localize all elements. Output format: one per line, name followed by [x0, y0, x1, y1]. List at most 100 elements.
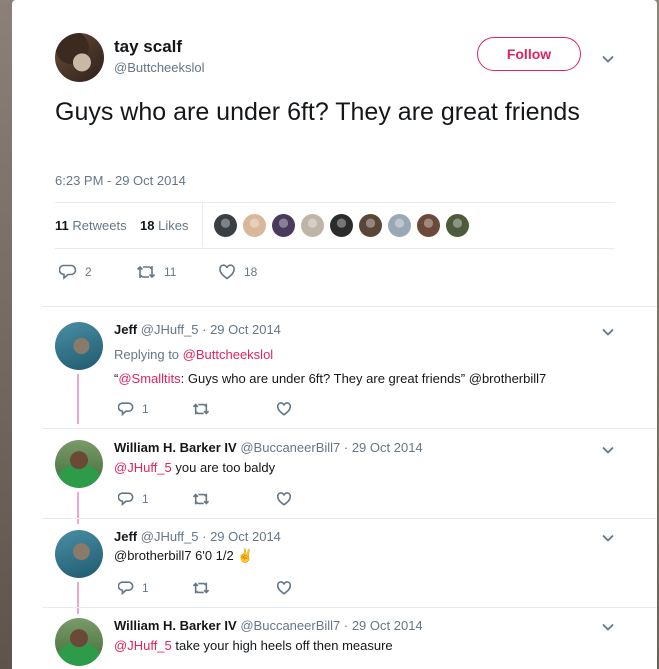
retweet-icon: [136, 265, 156, 279]
retweets-stat[interactable]: 11 Retweets: [55, 218, 127, 233]
thread-line: [77, 492, 79, 524]
liker-avatar[interactable]: [243, 214, 266, 237]
mention-link[interactable]: @JHuff_5: [114, 460, 172, 475]
display-name[interactable]: tay scalf: [114, 37, 182, 57]
chevron-down-icon[interactable]: [601, 443, 615, 457]
retweet-action[interactable]: [192, 401, 210, 417]
divider: [55, 248, 615, 249]
reply-action[interactable]: 2: [59, 263, 92, 281]
victory-hand-emoji: ✌: [237, 548, 254, 563]
follow-button[interactable]: Follow: [477, 37, 581, 71]
liker-avatar[interactable]: [214, 214, 237, 237]
reply-date: · 29 Oct 2014: [202, 322, 281, 337]
like-action[interactable]: [276, 491, 292, 507]
reply-text-rest: : Guys who are under 6ft? They are great…: [180, 371, 547, 386]
like-icon: [219, 264, 235, 280]
stats-divider: [202, 203, 203, 247]
liker-avatar[interactable]: [272, 214, 295, 237]
likes-stat[interactable]: 18 Likes: [140, 218, 188, 233]
like-icon: [276, 492, 292, 506]
tweet-card: tay scalf @Buttcheekslol Follow Guys who…: [12, 0, 657, 669]
retweet-icon: [192, 493, 210, 505]
like-count: 18: [244, 265, 258, 279]
reply-date: · 29 Oct 2014: [343, 618, 423, 633]
divider: [42, 607, 657, 608]
reply-icon: [59, 264, 77, 280]
chevron-down-icon[interactable]: [601, 531, 615, 545]
replying-to-prefix: Replying to: [114, 347, 180, 362]
reply-count: 1: [142, 492, 149, 506]
liker-avatar[interactable]: [417, 214, 440, 237]
thread-line: [77, 582, 79, 614]
thread-line: [77, 374, 79, 424]
reply-author[interactable]: William H. Barker IV @BuccaneerBill7 · 2…: [114, 440, 423, 455]
like-icon: [276, 402, 292, 416]
avatar[interactable]: [55, 322, 103, 370]
reply-text: @JHuff_5 you are too baldy: [114, 460, 275, 475]
reply-date: · 29 Oct 2014: [202, 529, 281, 544]
avatar[interactable]: [55, 440, 103, 488]
reply-action[interactable]: 1: [118, 580, 149, 596]
reply-author-handle: @BuccaneerBill7: [240, 440, 341, 455]
retweet-action[interactable]: [192, 580, 210, 596]
liker-avatar[interactable]: [446, 214, 469, 237]
reply-author-handle: @BuccaneerBill7: [240, 618, 341, 633]
reply-action[interactable]: 1: [118, 491, 149, 507]
liker-avatar[interactable]: [388, 214, 411, 237]
chevron-down-icon[interactable]: [601, 325, 615, 339]
reply-author-name: Jeff: [114, 322, 138, 337]
replying-to-link[interactable]: @Buttcheekslol: [183, 347, 274, 362]
reply-author-name: William H. Barker IV: [114, 618, 237, 633]
avatar[interactable]: [55, 33, 104, 82]
reply-icon: [118, 581, 134, 596]
likes-label: Likes: [158, 218, 189, 233]
like-action[interactable]: [276, 580, 292, 596]
reply-icon: [118, 402, 134, 417]
reply-icon: [118, 492, 134, 507]
liker-avatar[interactable]: [330, 214, 353, 237]
reply-text-rest: you are too baldy: [171, 460, 276, 475]
reply-action[interactable]: 1: [118, 401, 149, 417]
reply-text: @JHuff_5 take your high heels off then m…: [114, 638, 393, 653]
user-handle[interactable]: @Buttcheekslol: [114, 60, 205, 75]
reply-count: 1: [142, 581, 149, 595]
reply-text-body: @brotherbill7 6'0 1/2: [114, 548, 238, 563]
likes-count: 18: [140, 218, 155, 233]
reply-author[interactable]: Jeff @JHuff_5 · 29 Oct 2014: [114, 322, 281, 337]
retweet-icon: [192, 582, 210, 594]
reply-count: 1: [142, 402, 149, 416]
chevron-down-icon[interactable]: [601, 52, 615, 66]
reply-author-handle: @JHuff_5: [140, 322, 199, 337]
replying-to: Replying to @Buttcheekslol: [114, 347, 273, 362]
chevron-down-icon[interactable]: [601, 620, 615, 634]
reply-text: “@Smalltits: Guys who are under 6ft? The…: [114, 371, 546, 386]
like-icon: [276, 581, 292, 595]
mention-link[interactable]: @Smalltits: [118, 371, 180, 386]
liker-avatar[interactable]: [359, 214, 382, 237]
like-action[interactable]: 18: [218, 263, 257, 281]
retweet-action[interactable]: [192, 491, 210, 507]
liker-avatar[interactable]: [301, 214, 324, 237]
reply-author-name: William H. Barker IV: [114, 440, 237, 455]
like-action[interactable]: [276, 401, 292, 417]
retweet-icon: [192, 403, 210, 415]
divider: [42, 306, 657, 307]
tweet-timestamp[interactable]: 6:23 PM - 29 Oct 2014: [55, 173, 186, 188]
reply-author[interactable]: Jeff @JHuff_5 · 29 Oct 2014: [114, 529, 281, 544]
reply-author[interactable]: William H. Barker IV @BuccaneerBill7 · 2…: [114, 618, 423, 633]
avatar[interactable]: [55, 530, 103, 578]
tweet-text: Guys who are under 6ft? They are great f…: [55, 98, 580, 126]
retweets-count: 11: [55, 218, 69, 233]
avatar[interactable]: [55, 618, 103, 666]
reply-text-rest: take your high heels off then measure: [171, 638, 393, 653]
reply-count: 2: [85, 265, 92, 279]
reply-author-handle: @JHuff_5: [140, 529, 199, 544]
divider: [42, 518, 657, 519]
divider: [42, 428, 657, 429]
retweet-action[interactable]: 11: [136, 263, 176, 281]
mention-link[interactable]: @JHuff_5: [114, 638, 172, 653]
reply-author-name: Jeff: [114, 529, 138, 544]
divider: [55, 202, 615, 203]
reply-text: @brotherbill7 6'0 1/2 ✌: [114, 548, 254, 564]
reply-date: · 29 Oct 2014: [343, 440, 423, 455]
